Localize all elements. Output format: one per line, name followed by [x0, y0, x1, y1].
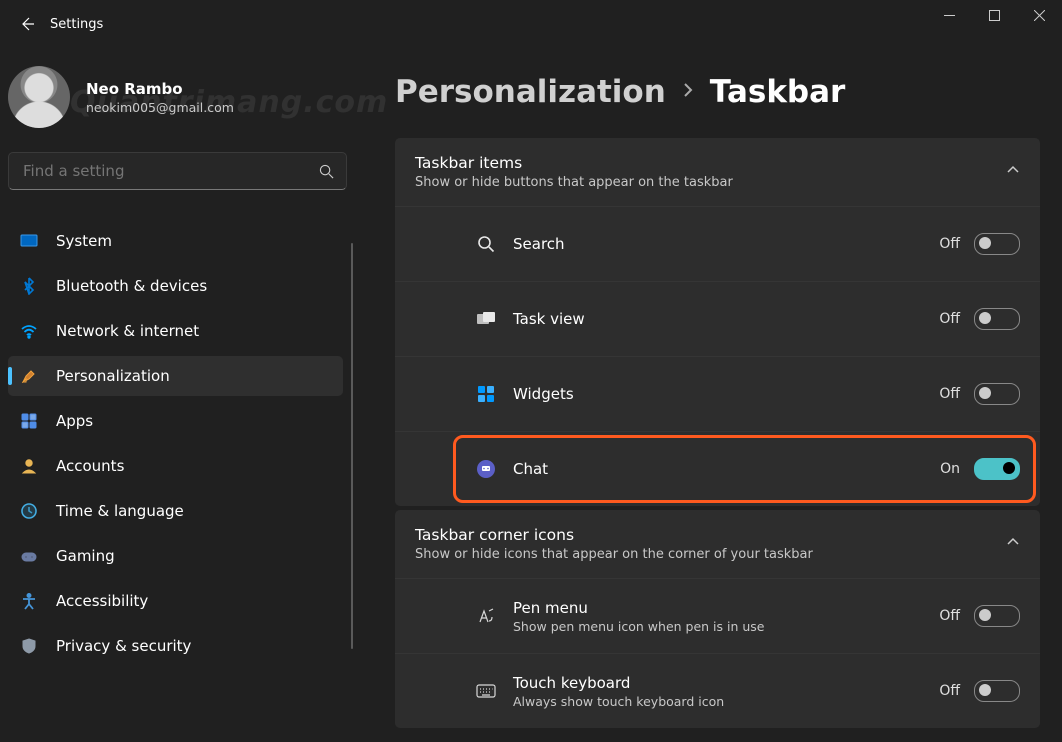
profile-email: neokim005@gmail.com	[86, 100, 234, 115]
shield-icon	[20, 637, 38, 655]
sidebar: Neo Rambo neokim005@gmail.com System Blu…	[0, 48, 355, 742]
nav-label: Personalization	[56, 367, 170, 385]
toggle-state-label: Off	[939, 311, 960, 327]
sidebar-item-accessibility[interactable]: Accessibility	[8, 581, 343, 621]
toggle-state-label: Off	[939, 608, 960, 624]
chevron-up-icon	[1006, 535, 1020, 553]
toggle-switch[interactable]	[974, 680, 1020, 702]
setting-row-pen-menu: Pen menu Show pen menu icon when pen is …	[395, 578, 1040, 653]
toggle-switch[interactable]	[974, 383, 1020, 405]
toggle-switch[interactable]	[974, 308, 1020, 330]
sidebar-item-apps[interactable]: Apps	[8, 401, 343, 441]
nav-label: Privacy & security	[56, 637, 191, 655]
close-button[interactable]	[1017, 0, 1062, 30]
settings-group: Taskbar corner icons Show or hide icons …	[395, 510, 1040, 728]
group-title: Taskbar items	[415, 154, 1006, 172]
app-title: Settings	[50, 17, 103, 32]
setting-row-touch-keyboard: Touch keyboard Always show touch keyboar…	[395, 653, 1040, 728]
row-label: Search	[513, 235, 939, 253]
sidebar-item-gaming[interactable]: Gaming	[8, 536, 343, 576]
group-header[interactable]: Taskbar items Show or hide buttons that …	[395, 138, 1040, 206]
row-subtitle: Show pen menu icon when pen is in use	[513, 619, 773, 634]
setting-row-widgets: Widgets Off	[395, 356, 1040, 431]
sidebar-item-bluetooth-devices[interactable]: Bluetooth & devices	[8, 266, 343, 306]
chevron-up-icon	[1006, 163, 1020, 181]
group-subtitle: Show or hide buttons that appear on the …	[415, 175, 1006, 190]
wifi-icon	[20, 322, 38, 340]
bluetooth-icon	[20, 277, 38, 295]
search-icon	[475, 233, 497, 255]
setting-row-task-view: Task view Off	[395, 281, 1040, 356]
sidebar-item-privacy-security[interactable]: Privacy & security	[8, 626, 343, 666]
avatar	[8, 66, 70, 128]
nav-label: Bluetooth & devices	[56, 277, 207, 295]
settings-group: Taskbar items Show or hide buttons that …	[395, 138, 1040, 506]
toggle-state-label: Off	[939, 386, 960, 402]
nav-list: System Bluetooth & devices Network & int…	[8, 216, 347, 742]
sidebar-item-system[interactable]: System	[8, 221, 343, 261]
chat-icon	[475, 458, 497, 480]
accessibility-icon	[20, 592, 38, 610]
apps-icon	[20, 412, 38, 430]
nav-label: Gaming	[56, 547, 115, 565]
nav-label: Apps	[56, 412, 93, 430]
search-box[interactable]	[8, 152, 347, 190]
breadcrumb: Personalization Taskbar	[395, 74, 1040, 110]
toggle-switch[interactable]	[974, 233, 1020, 255]
row-label: Task view	[513, 310, 939, 328]
window-caption-controls	[927, 0, 1062, 30]
toggle-state-label: Off	[939, 683, 960, 699]
toggle-state-label: Off	[939, 236, 960, 252]
setting-row-search: Search Off	[395, 206, 1040, 281]
nav-label: Time & language	[56, 502, 184, 520]
breadcrumb-current: Taskbar	[710, 74, 846, 110]
chevron-right-icon	[680, 82, 696, 102]
nav-scrollbar[interactable]	[351, 243, 353, 649]
minimize-button[interactable]	[927, 0, 972, 30]
toggle-switch[interactable]	[974, 458, 1020, 480]
group-header[interactable]: Taskbar corner icons Show or hide icons …	[395, 510, 1040, 578]
toggle-state-label: On	[940, 461, 960, 477]
sidebar-item-personalization[interactable]: Personalization	[8, 356, 343, 396]
row-label: Widgets	[513, 385, 939, 403]
nav-label: Network & internet	[56, 322, 199, 340]
toggle-switch[interactable]	[974, 605, 1020, 627]
nav-label: System	[56, 232, 112, 250]
title-bar: Settings	[0, 0, 1062, 48]
system-icon	[20, 232, 38, 250]
sidebar-item-network-internet[interactable]: Network & internet	[8, 311, 343, 351]
search-icon	[319, 164, 334, 179]
row-subtitle: Always show touch keyboard icon	[513, 694, 773, 709]
sidebar-item-time-language[interactable]: Time & language	[8, 491, 343, 531]
accounts-icon	[20, 457, 38, 475]
profile-name: Neo Rambo	[86, 80, 234, 98]
widgets-icon	[475, 383, 497, 405]
group-subtitle: Show or hide icons that appear on the co…	[415, 547, 1006, 562]
row-label: Touch keyboard	[513, 674, 939, 692]
row-label: Chat	[513, 460, 940, 478]
paintbrush-icon	[20, 367, 38, 385]
maximize-button[interactable]	[972, 0, 1017, 30]
breadcrumb-parent[interactable]: Personalization	[395, 74, 666, 110]
setting-row-chat: Chat On	[395, 431, 1040, 506]
keyboard-icon	[475, 680, 497, 702]
nav-label: Accessibility	[56, 592, 148, 610]
row-label: Pen menu	[513, 599, 939, 617]
gaming-icon	[20, 547, 38, 565]
sidebar-item-accounts[interactable]: Accounts	[8, 446, 343, 486]
content-area: Personalization Taskbar Taskbar items Sh…	[355, 48, 1062, 742]
back-button[interactable]	[8, 5, 46, 43]
pen-icon	[475, 605, 497, 627]
group-title: Taskbar corner icons	[415, 526, 1006, 544]
search-input[interactable]	[21, 161, 319, 181]
profile-block[interactable]: Neo Rambo neokim005@gmail.com	[8, 48, 347, 152]
nav-label: Accounts	[56, 457, 124, 475]
time-icon	[20, 502, 38, 520]
taskview-icon	[475, 308, 497, 330]
